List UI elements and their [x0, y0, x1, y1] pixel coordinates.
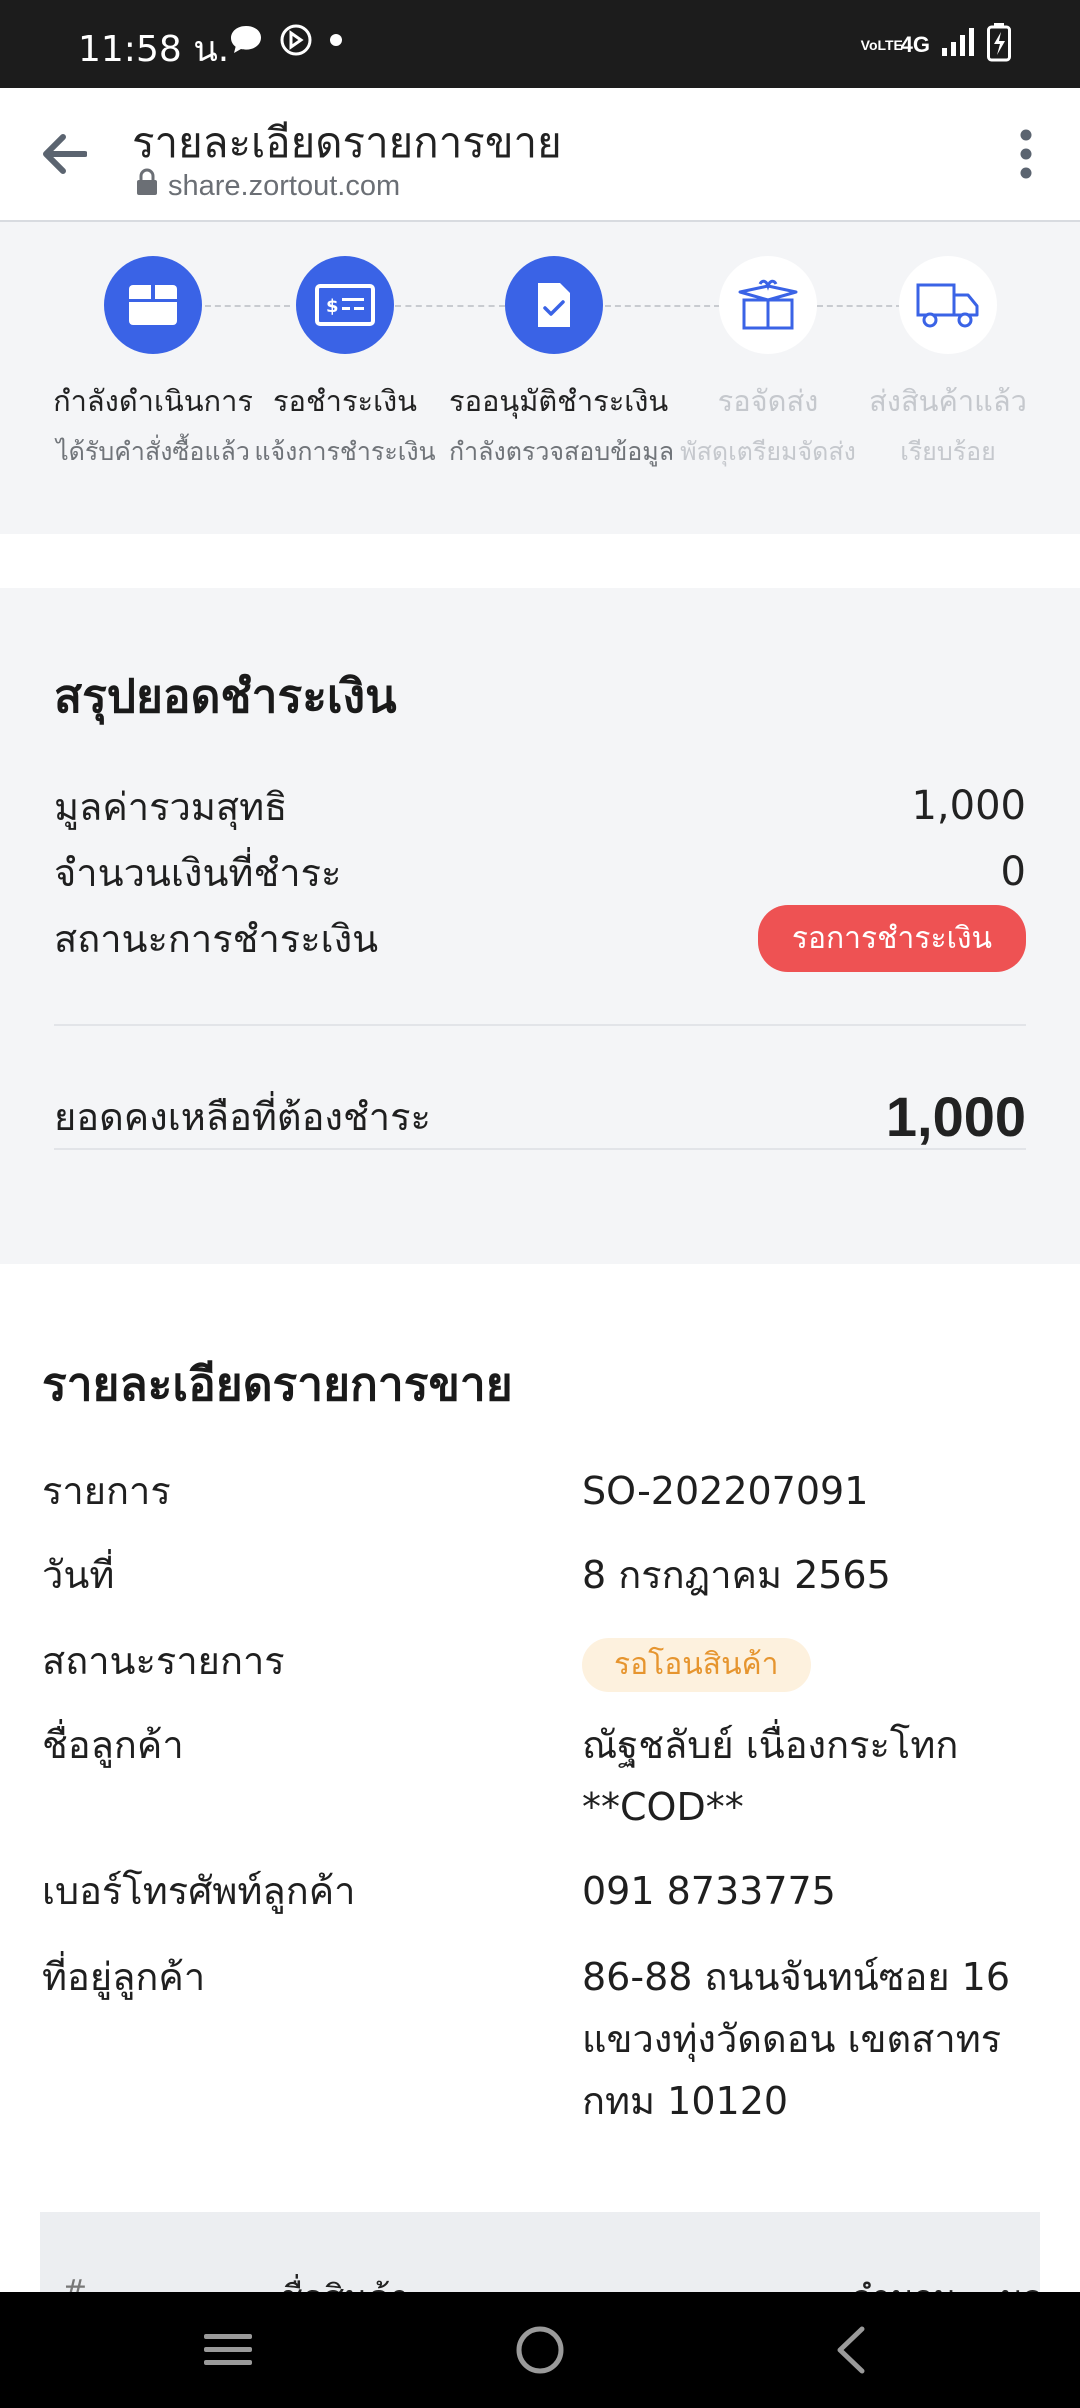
url-display: share.zortout.com [136, 168, 400, 204]
order-number-label: รายการ [42, 1469, 171, 1513]
home-circle-icon [516, 2326, 564, 2374]
volte-icon: VoLTE [860, 37, 903, 53]
phone-label: เบอร์โทรศัพท์ลูกค้า [42, 1869, 356, 1913]
paid-amount-row: จำนวนเงินที่ชำระ 0 [54, 842, 1026, 902]
divider [54, 1024, 1026, 1026]
browser-toolbar: รายละเอียดรายการขาย share.zortout.com [0, 88, 1080, 222]
net-total-value: 1,000 [911, 783, 1026, 829]
back-button[interactable] [34, 124, 94, 184]
address-row: ที่อยู่ลูกค้า 86-88 ถนนจันทน์ซอย 16 แขวง… [42, 1946, 1042, 2132]
order-number-row: รายการ SO-202207091 [42, 1460, 1042, 1522]
paid-amount-label: จำนวนเงินที่ชำระ [54, 850, 342, 895]
payment-status-label: สถานะการชำระเงิน [54, 916, 379, 961]
customer-label: ชื่อลูกค้า [42, 1723, 184, 1767]
status-time: 11:58 น. [78, 29, 230, 70]
step-awaiting-shipment: รอจัดส่ง พัสดุเตรียมจัดส่ง [663, 256, 873, 472]
net-total-label: มูลค่ารวมสุทธิ [54, 784, 288, 829]
payment-card-icon: $ [296, 256, 394, 354]
section-gap [0, 534, 1080, 588]
summary-title: สรุปยอดชำระเงิน [54, 669, 397, 723]
dot-icon [328, 32, 344, 53]
payment-status-row: สถานะการชำระเงิน รอการชำระเงิน [54, 904, 1026, 972]
phone-row: เบอร์โทรศัพท์ลูกค้า 091 8733775 [42, 1860, 1042, 1922]
address-line: กทม 10120 [582, 2079, 789, 2123]
battery-charging-icon [986, 22, 1012, 68]
net-total-row: มูลค่ารวมสุทธิ 1,000 [54, 776, 1026, 836]
arrow-left-icon [43, 134, 87, 174]
document-check-icon [505, 256, 603, 354]
svg-text:$: $ [326, 296, 339, 317]
gift-box-icon [719, 256, 817, 354]
order-status-badge: รอโอนสินค้า [582, 1638, 811, 1692]
chevron-left-icon [837, 2326, 865, 2374]
sync-circle-icon [278, 22, 314, 63]
status-system-icons: VoLTE 4G [861, 22, 1012, 68]
truck-icon [899, 256, 997, 354]
system-back-button[interactable] [815, 2320, 885, 2380]
balance-row: ยอดคงเหลือที่ต้องชำระ 1,000 [54, 1080, 1026, 1152]
date-row: วันที่ 8 กรกฎาคม 2565 [42, 1544, 1042, 1606]
step-sublabel: พัสดุเตรียมจัดส่ง [680, 437, 856, 466]
step-delivered: ส่งสินค้าแล้ว เรียบร้อย [843, 256, 1053, 472]
payment-summary-card: สรุปยอดชำระเงิน มูลค่ารวมสุทธิ 1,000 จำน… [0, 588, 1080, 1264]
system-navigation-bar [0, 2292, 1080, 2408]
step-sublabel: กำลังตรวจสอบข้อมูล [449, 437, 675, 466]
address-line: แขวงทุ่งวัดดอน เขตสาทร [582, 2017, 1002, 2061]
details-title: รายละเอียดรายการขาย [42, 1357, 513, 1411]
order-status-row: สถานะรายการ รอโอนสินค้า [42, 1630, 1042, 1692]
date-label: วันที่ [42, 1553, 115, 1597]
customer-name: ณัฐชลับย์ เนื่องกระโทก [582, 1723, 959, 1767]
step-processing: กำลังดำเนินการ ได้รับคำสั่งซื้อแล้ว [48, 256, 258, 472]
balance-value: 1,000 [885, 1084, 1026, 1148]
step-sublabel: ได้รับคำสั่งซื้อแล้ว [56, 437, 250, 466]
step-label: ส่งสินค้าแล้ว [869, 384, 1027, 418]
customer-row: ชื่อลูกค้า ณัฐชลับย์ เนื่องกระโทก **COD*… [42, 1714, 1042, 1838]
payment-status-badge: รอการชำระเงิน [757, 904, 1026, 972]
box-icon [104, 256, 202, 354]
step-sublabel: แจ้งการชำระเงิน [254, 437, 436, 466]
address-label: ที่อยู่ลูกค้า [42, 1955, 206, 1999]
address-line: 86-88 ถนนจันทน์ซอย 16 [582, 1955, 1011, 1999]
network-type-label: 4G [900, 32, 930, 57]
url-text: share.zortout.com [168, 169, 401, 202]
status-bar: 11:58 น. VoLTE 4G [0, 0, 1080, 88]
step-sublabel: เรียบร้อย [900, 437, 996, 466]
status-notification-icons [228, 22, 344, 63]
page-title: รายละเอียดรายการขาย [132, 118, 562, 167]
step-payment-approval: รออนุมัติชำระเงิน กำลังตรวจสอบข้อมูล [449, 256, 675, 472]
kebab-menu-icon [1020, 129, 1032, 179]
order-progress-steps: กำลังดำเนินการ ได้รับคำสั่งซื้อแล้ว $ รอ… [0, 222, 1080, 534]
phone-value[interactable]: 091 8733775 [582, 1860, 836, 1922]
date-value: 8 กรกฎาคม 2565 [582, 1553, 891, 1597]
divider [54, 1148, 1026, 1150]
recent-apps-button[interactable] [193, 2320, 263, 2380]
paid-amount-value: 0 [1000, 849, 1026, 895]
lock-icon [136, 168, 158, 204]
step-awaiting-payment: $ รอชำระเงิน แจ้งการชำระเงิน [240, 256, 450, 472]
customer-note: **COD** [582, 1785, 744, 1829]
menu-lines-icon [204, 2334, 252, 2365]
more-options-button[interactable] [996, 124, 1056, 184]
balance-label: ยอดคงเหลือที่ต้องชำระ [54, 1094, 431, 1139]
order-number-value: SO-202207091 [582, 1469, 869, 1513]
step-label: กำลังดำเนินการ [53, 384, 253, 418]
home-button[interactable] [505, 2320, 575, 2380]
step-label: รอชำระเงิน [272, 384, 417, 418]
chat-bubble-icon [228, 23, 264, 62]
order-status-label: สถานะรายการ [42, 1639, 285, 1683]
step-label: รออนุมัติชำระเงิน [449, 384, 669, 418]
step-label: รอจัดส่ง [717, 384, 819, 418]
signal-icon [940, 26, 976, 64]
